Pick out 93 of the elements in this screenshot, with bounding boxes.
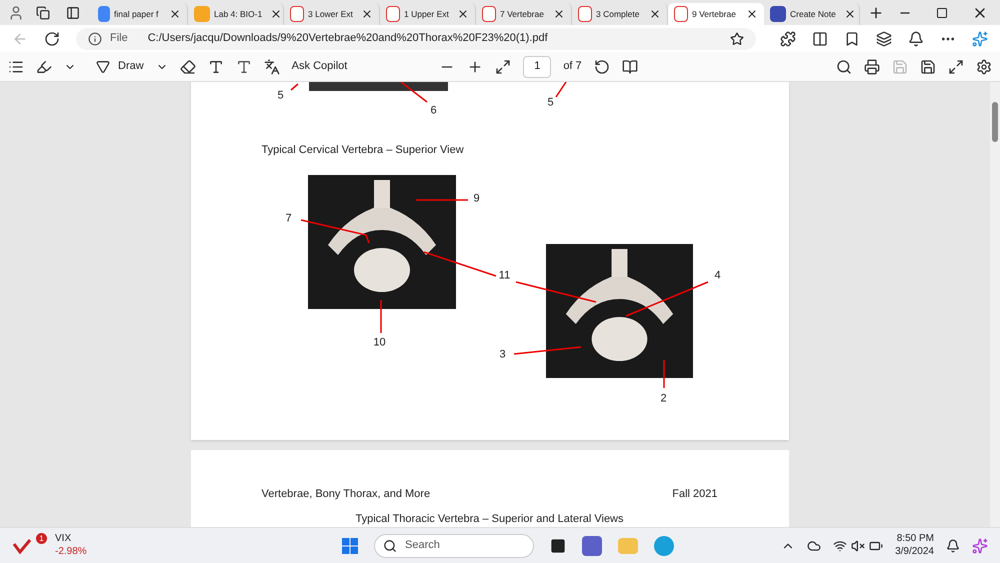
- figure-caption: Typical Cervical Vertebra – Superior View: [262, 143, 464, 158]
- favorites-icon[interactable]: [844, 30, 860, 46]
- figure-label: 2: [660, 394, 667, 404]
- address-field[interactable]: File C:/Users/jacqu/Downloads/9%20Vertebrae%20and%20Thorax%20F23%20(1).pdf: [76, 28, 756, 50]
- clock-time[interactable]: 8:50 PM: [896, 533, 934, 546]
- figure-caption: Typical Thoracic Vertebra – Superior and Lateral Views: [354, 512, 625, 526]
- restore-icon[interactable]: [936, 6, 948, 18]
- close-icon[interactable]: [553, 8, 565, 20]
- tab-title: 9 Vertebrae: [692, 8, 736, 20]
- figure-label: 10: [373, 338, 386, 348]
- pdf-icon: [482, 6, 496, 22]
- mute-icon[interactable]: [851, 538, 866, 552]
- page-number-field[interactable]: 1: [523, 56, 552, 78]
- ask-copilot-button[interactable]: Ask Copilot: [292, 58, 348, 75]
- tab-title: Lab 4: BIO-1: [214, 8, 262, 20]
- contents-icon[interactable]: [8, 58, 24, 74]
- wifi-icon[interactable]: [833, 538, 848, 552]
- page-header-term: Fall 2021: [672, 487, 718, 502]
- close-icon[interactable]: [270, 8, 282, 20]
- search-icon: [383, 538, 397, 552]
- collections-icon[interactable]: [876, 30, 892, 46]
- tab-title: 3 Complete: [596, 8, 640, 20]
- page-count: of 7: [563, 59, 582, 74]
- workspaces-icon[interactable]: [36, 6, 50, 20]
- figure-label: 5: [547, 98, 554, 108]
- fullscreen-icon[interactable]: [948, 58, 964, 74]
- refresh-icon[interactable]: [44, 30, 60, 46]
- pdf-icon: [290, 6, 304, 22]
- figure-label: 5: [277, 90, 284, 102]
- split-screen-icon[interactable]: [812, 30, 828, 46]
- leader-line: [380, 300, 382, 333]
- profile-icon[interactable]: [8, 4, 24, 20]
- figure-label: 11: [498, 270, 510, 282]
- pdf-icon: [386, 6, 400, 22]
- close-icon[interactable]: [746, 8, 758, 20]
- scrollbar[interactable]: [990, 82, 1000, 527]
- close-icon[interactable]: [844, 8, 856, 20]
- leader-line: [554, 82, 566, 98]
- tab-title: 3 Lower Ext: [308, 8, 353, 20]
- draw-button[interactable]: Draw: [96, 58, 144, 75]
- task-view-icon[interactable]: [550, 538, 566, 554]
- copilot-icon[interactable]: [972, 30, 988, 46]
- leader-line: [513, 346, 581, 355]
- search-field[interactable]: Search: [374, 534, 534, 558]
- clock-date[interactable]: 3/9/2024: [895, 546, 934, 558]
- scheme-label: File: [110, 31, 128, 46]
- translate-icon[interactable]: [264, 58, 280, 74]
- cloud-icon[interactable]: [807, 538, 822, 552]
- pdf-icon: [578, 6, 592, 22]
- figure-label: 6: [430, 106, 437, 116]
- tab-title: Create Note: [790, 8, 836, 20]
- favorite-icon[interactable]: [730, 32, 744, 46]
- notifications-icon[interactable]: [946, 538, 960, 552]
- rotate-icon[interactable]: [594, 58, 610, 74]
- ticker-name: VIX: [55, 533, 72, 546]
- start-icon[interactable]: [342, 538, 358, 554]
- print-icon[interactable]: [864, 58, 880, 74]
- tab-actions-icon[interactable]: [66, 6, 80, 20]
- browser-tab[interactable]: 9 Vertebrae: [668, 3, 764, 25]
- tab-title: final paper f: [114, 8, 158, 20]
- leader-line: [290, 83, 298, 91]
- eraser-icon[interactable]: [180, 58, 196, 74]
- leader-line: [662, 360, 664, 388]
- save-as-icon[interactable]: [920, 58, 936, 74]
- notification-badge: 1: [36, 533, 47, 544]
- figure-label: 3: [499, 350, 506, 360]
- highlight-icon[interactable]: [36, 58, 52, 74]
- leader-line: [300, 219, 370, 244]
- extensions-icon[interactable]: [780, 30, 796, 46]
- close-icon[interactable]: [361, 8, 373, 20]
- page-view-icon[interactable]: [622, 58, 638, 74]
- figure-label: 9: [473, 194, 480, 204]
- tab-title: 1 Upper Ext: [404, 8, 449, 20]
- pdf-icon: [674, 6, 688, 22]
- url-text: C:/Users/jacqu/Downloads/9%20Vertebrae%20and%20Thorax%20F23%20(1).pdf: [148, 31, 549, 46]
- close-icon[interactable]: [457, 8, 469, 20]
- leader-line: [400, 82, 427, 103]
- close-icon[interactable]: [649, 8, 661, 20]
- text-icon[interactable]: [208, 58, 224, 74]
- page-header-title: Vertebrae, Bony Thorax, and More: [262, 487, 430, 502]
- tab-title: 7 Vertebrae: [500, 8, 544, 20]
- new-tab-icon[interactable]: [868, 4, 884, 20]
- copilot-icon[interactable]: [972, 538, 988, 554]
- close-icon[interactable]: [169, 8, 181, 20]
- settings-icon[interactable]: [976, 58, 992, 74]
- leader-line: [416, 199, 468, 201]
- figure-label: 4: [714, 270, 721, 282]
- search-icon[interactable]: [836, 58, 852, 74]
- info-icon: [88, 32, 102, 46]
- figure-label: 7: [285, 214, 292, 224]
- ticker-change: -2.98%: [55, 546, 87, 558]
- draw-icon: [96, 60, 110, 74]
- fit-width-icon[interactable]: [495, 58, 512, 74]
